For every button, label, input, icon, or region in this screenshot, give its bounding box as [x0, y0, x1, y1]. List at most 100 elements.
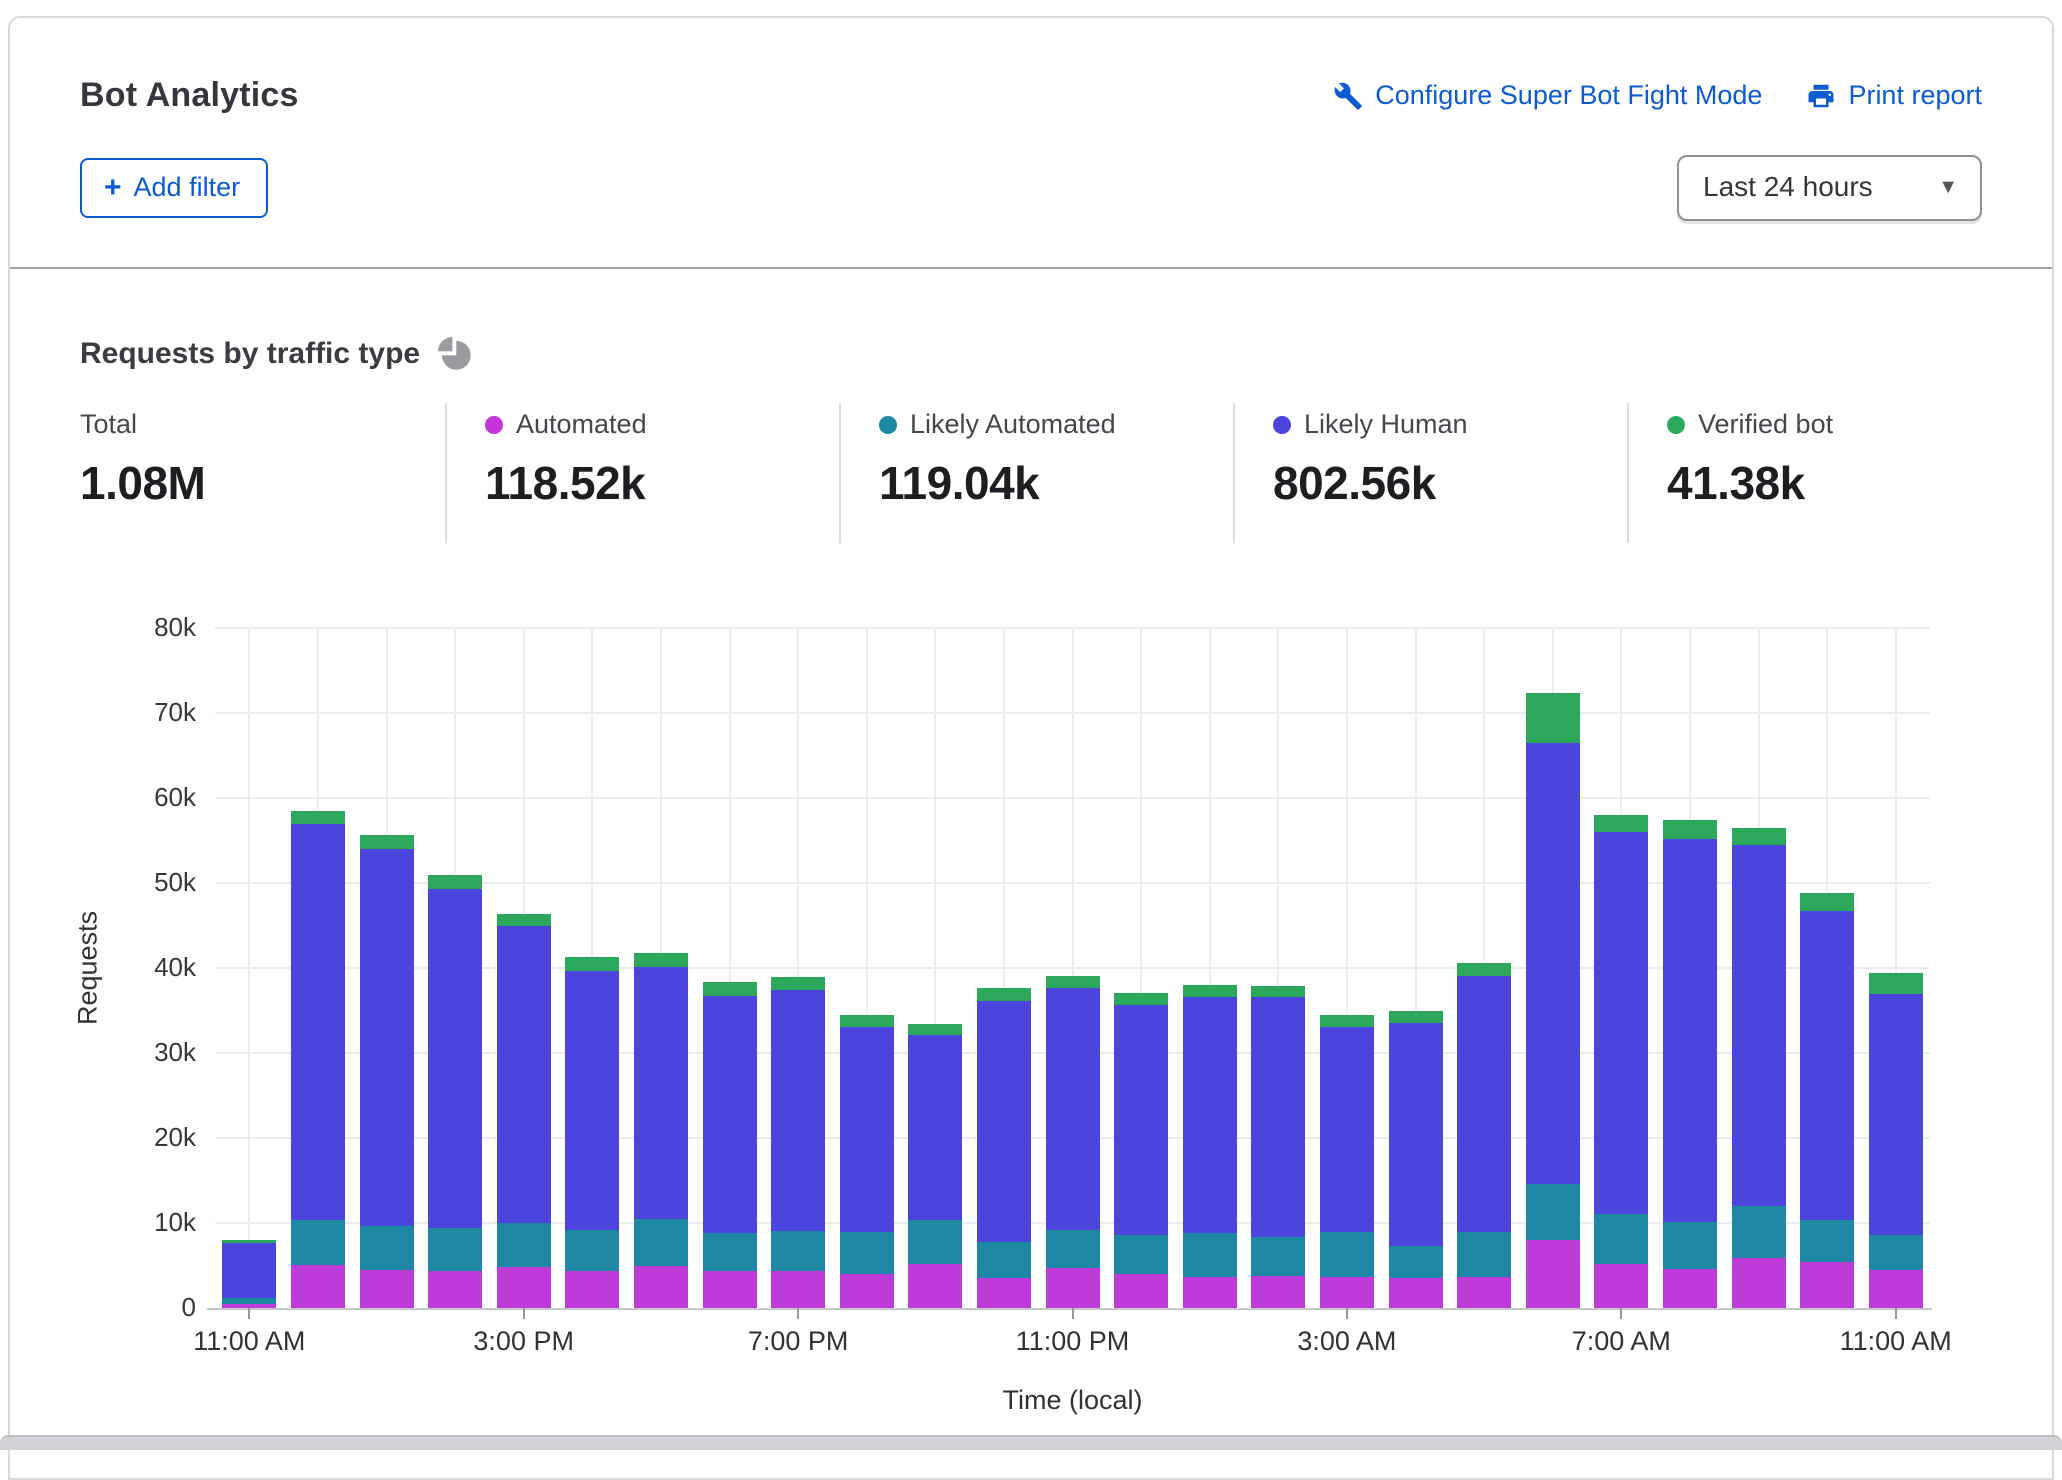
stat-verified-bot[interactable]: Verified bot 41.38k — [1627, 403, 1982, 543]
bar-800pm[interactable] — [840, 1015, 894, 1308]
bar-segment-likely-human — [1732, 845, 1786, 1206]
bar-1200pm[interactable] — [291, 811, 345, 1308]
bar-segment-automated — [634, 1266, 688, 1308]
bar-segment-likely-automated — [1251, 1237, 1305, 1276]
bar-700pm[interactable] — [771, 977, 825, 1308]
bar-segment-likely-human — [908, 1035, 962, 1219]
x-tick-mark — [797, 1308, 799, 1319]
bar-segment-automated — [1251, 1276, 1305, 1308]
x-tick-label: 11:00 AM — [139, 1326, 359, 1357]
section-title: Requests by traffic type — [80, 337, 420, 371]
bar-segment-verified-bot — [1046, 976, 1100, 988]
bar-100am[interactable] — [1183, 985, 1237, 1308]
stat-automated-value: 118.52k — [485, 456, 839, 510]
y-tick-label: 0 — [80, 1292, 196, 1323]
bar-segment-likely-human — [1046, 988, 1100, 1230]
bar-300pm[interactable] — [497, 914, 551, 1308]
bar-segment-automated — [840, 1274, 894, 1308]
card-header: Bot Analytics Configure Super Bot Fight … — [10, 18, 2052, 267]
bar-segment-verified-bot — [1457, 963, 1511, 976]
bar-segment-likely-human — [1320, 1027, 1374, 1233]
card-body: Requests by traffic type Total 1.08M Aut… — [10, 337, 2052, 1428]
next-section-top-edge — [0, 1435, 2062, 1450]
bar-segment-verified-bot — [565, 957, 619, 971]
bar-segment-verified-bot — [977, 988, 1031, 1002]
printer-icon — [1806, 81, 1836, 111]
bar-segment-likely-automated — [428, 1228, 482, 1271]
bar-1100pm[interactable] — [1046, 976, 1100, 1308]
y-tick-label: 30k — [80, 1037, 196, 1068]
bar-segment-verified-bot — [428, 875, 482, 889]
bar-segment-likely-automated — [1594, 1214, 1648, 1264]
bar-200am[interactable] — [1251, 986, 1305, 1308]
stat-verified-bot-label: Verified bot — [1698, 409, 1833, 440]
bar-300am[interactable] — [1320, 1015, 1374, 1308]
configure-link-label: Configure Super Bot Fight Mode — [1375, 80, 1762, 111]
bar-1100am[interactable] — [222, 1240, 276, 1308]
bar-segment-automated — [1732, 1258, 1786, 1308]
bar-1200am[interactable] — [1114, 993, 1168, 1308]
bar-segment-automated — [1800, 1262, 1854, 1308]
bar-1000am[interactable] — [1800, 893, 1854, 1308]
plus-icon: + — [104, 173, 122, 203]
add-filter-button[interactable]: + Add filter — [80, 158, 268, 218]
y-tick-label: 50k — [80, 867, 196, 898]
bar-segment-verified-bot — [1800, 893, 1854, 911]
bar-100pm[interactable] — [360, 835, 414, 1308]
bar-700am[interactable] — [1594, 815, 1648, 1308]
bar-200pm[interactable] — [428, 875, 482, 1308]
bar-segment-automated — [1389, 1278, 1443, 1308]
time-range-select[interactable]: Last 24 hours ▼ — [1677, 155, 1982, 221]
requests-stacked-bar-chart: Requests 010k20k30k40k50k60k70k80k 11:00… — [80, 543, 1982, 1428]
bar-segment-likely-automated — [908, 1220, 962, 1264]
bar-segment-automated — [360, 1270, 414, 1308]
bar-segment-likely-human — [771, 990, 825, 1231]
bar-segment-verified-bot — [497, 914, 551, 926]
bar-segment-verified-bot — [1320, 1015, 1374, 1027]
bar-segment-likely-automated — [1800, 1220, 1854, 1262]
y-tick-label: 70k — [80, 697, 196, 728]
y-tick-label: 60k — [80, 782, 196, 813]
configure-super-bot-fight-mode-link[interactable]: Configure Super Bot Fight Mode — [1333, 80, 1762, 111]
bar-1000pm[interactable] — [977, 988, 1031, 1308]
x-axis-title: Time (local) — [215, 1385, 1930, 1416]
x-tick-label: 3:00 AM — [1237, 1326, 1457, 1357]
bar-segment-automated — [908, 1264, 962, 1308]
y-tick-label: 10k — [80, 1207, 196, 1238]
bar-segment-verified-bot — [1732, 828, 1786, 845]
stat-likely-human[interactable]: Likely Human 802.56k — [1233, 403, 1627, 543]
bar-segment-likely-automated — [1732, 1206, 1786, 1258]
stat-likely-automated[interactable]: Likely Automated 119.04k — [839, 403, 1233, 543]
bar-segment-likely-human — [497, 926, 551, 1223]
bar-500pm[interactable] — [634, 953, 688, 1308]
x-tick-mark — [248, 1308, 250, 1319]
bar-segment-likely-automated — [840, 1232, 894, 1275]
bar-600pm[interactable] — [703, 982, 757, 1308]
bar-segment-verified-bot — [908, 1024, 962, 1035]
bar-segment-verified-bot — [703, 982, 757, 996]
stat-automated[interactable]: Automated 118.52k — [445, 403, 839, 543]
stat-total-value: 1.08M — [80, 456, 445, 510]
bar-segment-verified-bot — [360, 835, 414, 849]
bar-900pm[interactable] — [908, 1024, 962, 1308]
bar-segment-likely-automated — [703, 1233, 757, 1271]
stat-total[interactable]: Total 1.08M — [80, 403, 445, 543]
bar-segment-likely-automated — [1114, 1235, 1168, 1274]
bar-segment-automated — [1663, 1269, 1717, 1308]
traffic-type-stats: Total 1.08M Automated 118.52k Likely Aut… — [80, 403, 1982, 543]
bar-600am[interactable] — [1526, 693, 1580, 1308]
bar-1100am[interactable] — [1869, 973, 1923, 1308]
bar-400pm[interactable] — [565, 957, 619, 1308]
bar-500am[interactable] — [1457, 963, 1511, 1308]
bar-800am[interactable] — [1663, 820, 1717, 1308]
print-report-link[interactable]: Print report — [1806, 80, 1982, 111]
bar-segment-verified-bot — [1526, 693, 1580, 743]
bar-900am[interactable] — [1732, 828, 1786, 1308]
y-tick-label: 40k — [80, 952, 196, 983]
stat-total-label: Total — [80, 409, 137, 440]
bar-segment-likely-automated — [1869, 1235, 1923, 1270]
bar-segment-likely-human — [428, 889, 482, 1228]
x-tick-label: 7:00 PM — [688, 1326, 908, 1357]
bar-400am[interactable] — [1389, 1011, 1443, 1308]
bar-segment-verified-bot — [1114, 993, 1168, 1006]
